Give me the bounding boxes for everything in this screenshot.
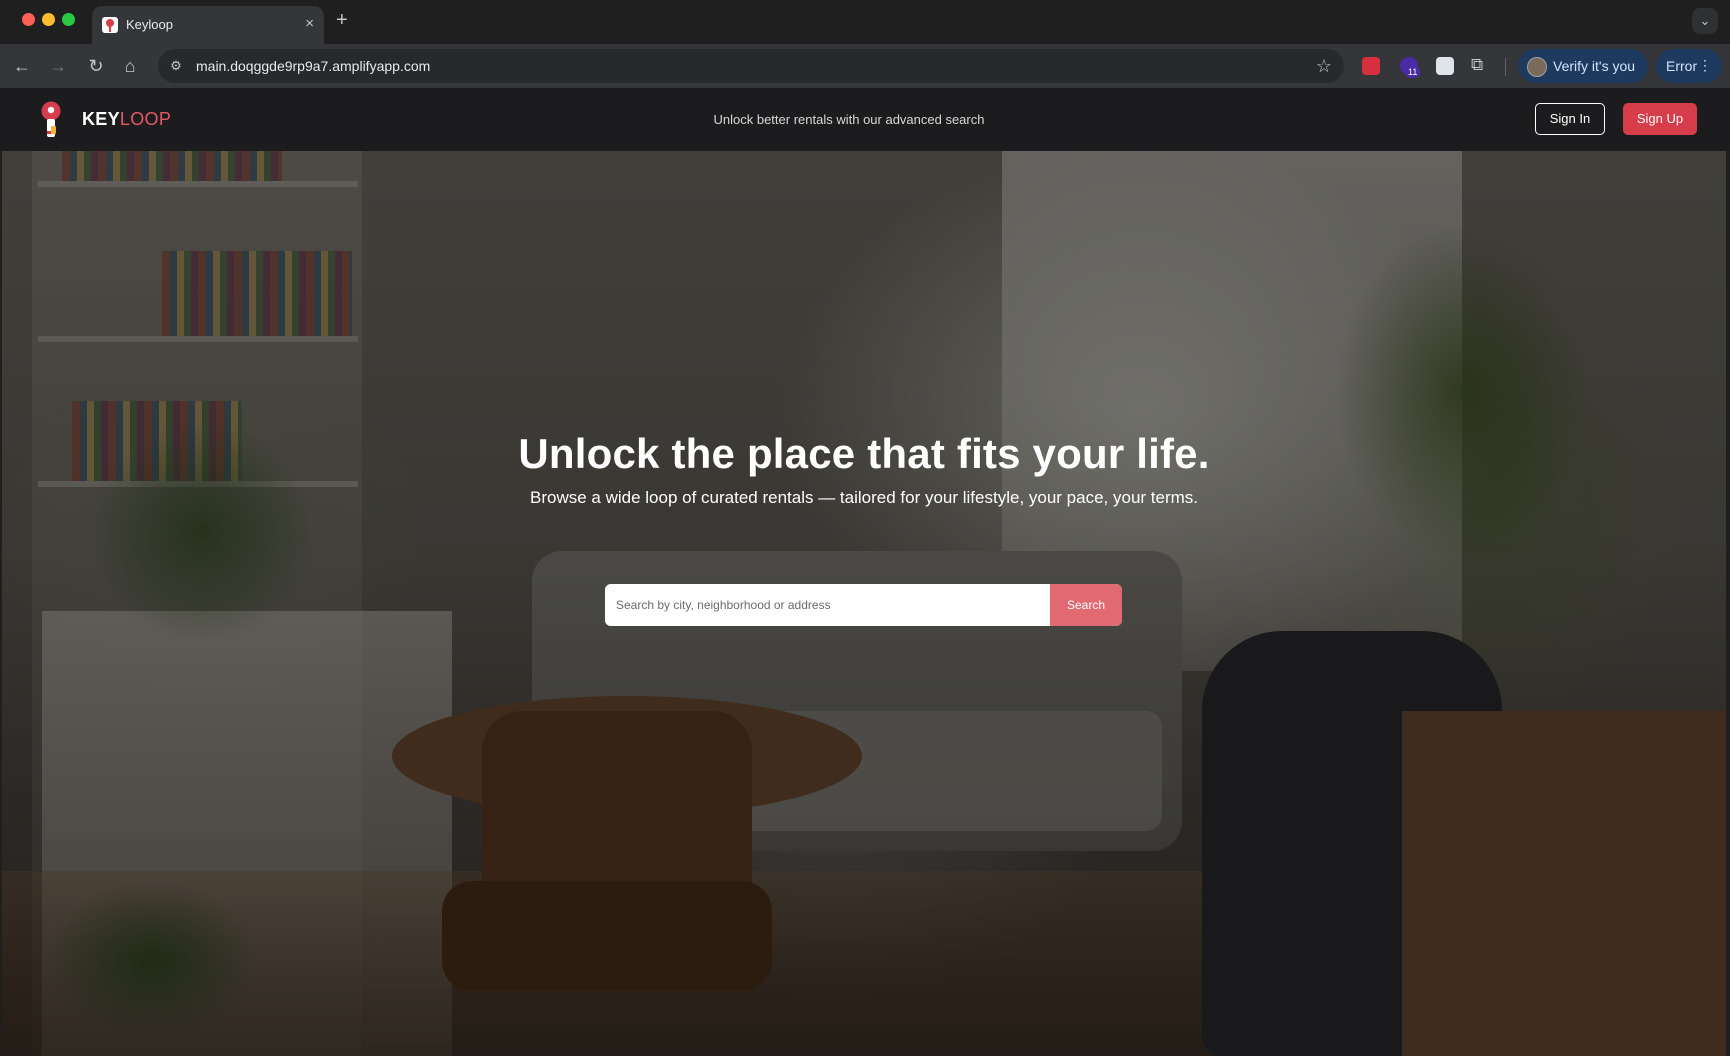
site-info-icon[interactable]: ⚙ xyxy=(168,58,184,74)
forward-icon[interactable]: → xyxy=(46,54,70,78)
search-button[interactable]: Search xyxy=(1050,584,1122,626)
address-bar[interactable]: ⚙ main.doqggde9rp9a7.amplifyapp.com ☆ xyxy=(158,49,1344,83)
hero-title: Unlock the place that fits your life. xyxy=(518,430,1210,477)
back-icon[interactable]: ← xyxy=(10,54,34,78)
site-header: KEYLOOP Unlock better rentals with our a… xyxy=(0,88,1730,151)
extension-icon[interactable] xyxy=(1436,57,1454,75)
star-icon[interactable]: ☆ xyxy=(1316,55,1332,77)
sign-up-button[interactable]: Sign Up xyxy=(1623,103,1697,135)
error-label: Error xyxy=(1666,58,1698,74)
home-icon[interactable]: ⌂ xyxy=(118,54,142,78)
puzzle-icon[interactable]: ⧉ xyxy=(1471,54,1483,76)
profile-label: Verify it's you xyxy=(1553,58,1636,74)
tab-title: Keyloop xyxy=(126,17,173,32)
extension-badge: 11 xyxy=(1405,66,1421,78)
plus-icon[interactable]: + xyxy=(336,9,348,31)
browser-tab-strip: Keyloop × + ⌄ xyxy=(0,0,1730,44)
search-input[interactable] xyxy=(605,584,1050,626)
browser-toolbar: ← → ↻ ⌂ ⚙ main.doqggde9rp9a7.amplifyapp.… xyxy=(0,44,1730,88)
maximize-window-button[interactable] xyxy=(62,13,75,26)
reload-icon[interactable]: ↻ xyxy=(84,54,108,78)
browser-tab[interactable]: Keyloop × xyxy=(92,6,324,44)
error-menu-button[interactable]: Error ⋮ xyxy=(1656,49,1722,83)
toolbar-divider xyxy=(1505,58,1506,76)
extension-icon[interactable] xyxy=(1362,57,1380,75)
profile-button[interactable]: Verify it's you xyxy=(1518,49,1648,83)
profile-avatar-icon xyxy=(1527,57,1547,77)
hero-subtitle: Browse a wide loop of curated rentals — … xyxy=(529,488,1199,507)
header-tagline: Unlock better rentals with our advanced … xyxy=(713,112,985,127)
keyloop-favicon-icon xyxy=(102,17,118,33)
close-icon[interactable]: × xyxy=(305,15,314,33)
hero-section: Unlock the place that fits your life. Br… xyxy=(2,151,1726,1056)
sign-in-button[interactable]: Sign In xyxy=(1535,103,1605,135)
close-window-button[interactable] xyxy=(22,13,35,26)
minimize-window-button[interactable] xyxy=(42,13,55,26)
tab-search-button[interactable]: ⌄ xyxy=(1692,8,1718,34)
url-text[interactable]: main.doqggde9rp9a7.amplifyapp.com xyxy=(196,58,430,74)
hero-content: Unlock the place that fits your life. Br… xyxy=(2,428,1726,510)
search-bar: Search xyxy=(605,584,1122,626)
more-icon: ⋮ xyxy=(1698,57,1712,73)
